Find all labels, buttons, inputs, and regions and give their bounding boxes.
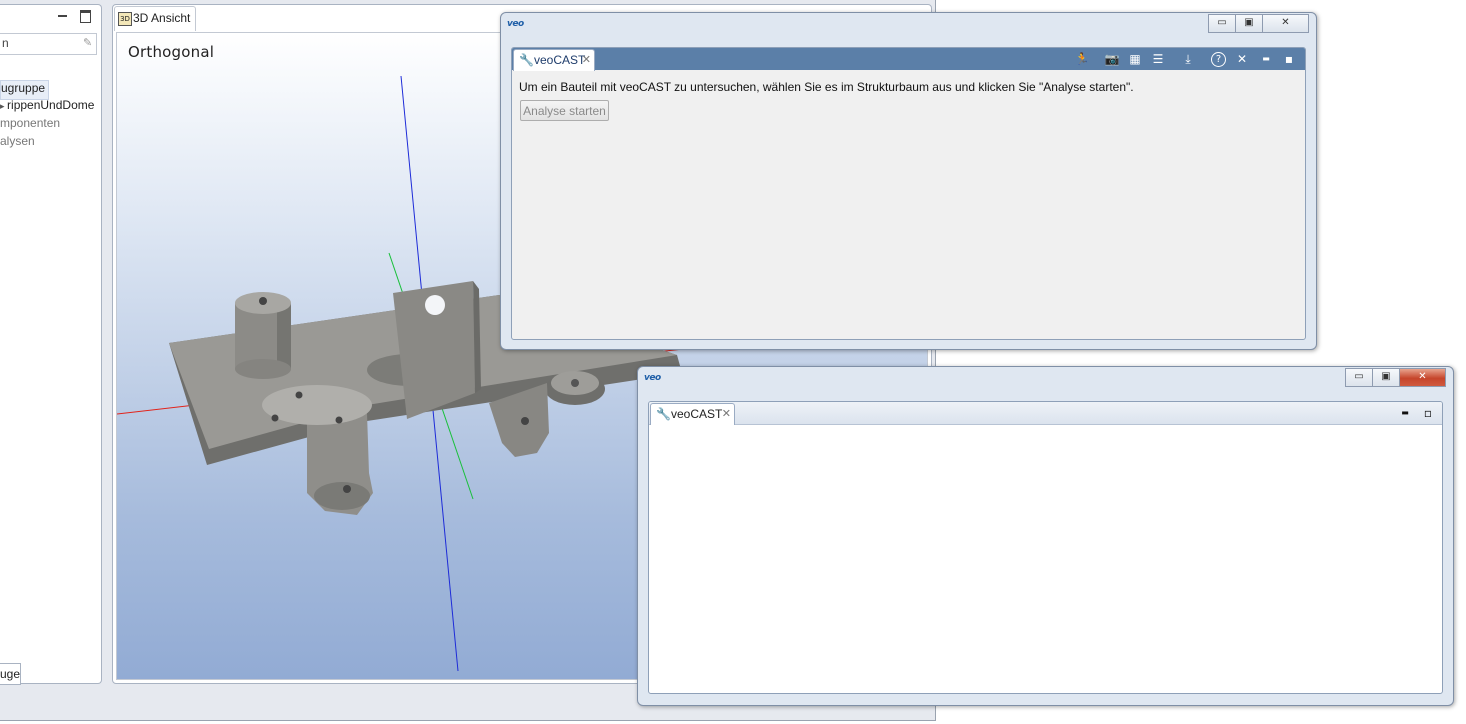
tab-label: veoCAST: [534, 53, 586, 67]
tab-label: uge: [0, 667, 21, 681]
tab-3d-view[interactable]: 3D 3D Ansicht: [114, 6, 196, 31]
panel-maximize-button[interactable]: [80, 10, 91, 23]
veocast-view: 🔧 veoCAST ✕ ▬ ▫: [648, 401, 1443, 694]
tab-tools[interactable]: uge: [0, 663, 21, 685]
web-hole: [425, 295, 445, 315]
tree-item-assembly[interactable]: ugruppe: [0, 80, 50, 100]
minimize-icon[interactable]: ▬: [1258, 51, 1274, 67]
close-icon[interactable]: ✕: [1234, 51, 1250, 67]
veo-logo: veo: [507, 19, 524, 29]
run-icon[interactable]: 🏃: [1074, 51, 1090, 67]
view-tab-bar: 🔧 veoCAST ✕ ▬ ▫: [649, 402, 1442, 425]
tab-label: 3D Ansicht: [133, 11, 191, 25]
report-icon[interactable]: ▦: [1127, 51, 1143, 67]
tree-filter-box: ✎: [0, 33, 97, 55]
maximize-icon[interactable]: ▫: [1420, 405, 1436, 421]
tree-item-analyses[interactable]: alysen: [0, 134, 35, 152]
help-icon[interactable]: ?: [1211, 52, 1226, 67]
veo-logo: veo: [644, 373, 661, 383]
wrench-icon: 🔧: [656, 407, 671, 421]
veocast-window-1: veo ▭ ▣ ✕ 🔧 veoCAST ✕ 🏃 📷 ▦ ☰ ⤓ ? ✕ ▬ ▪ …: [500, 12, 1317, 350]
tab-veocast[interactable]: 🔧 veoCAST ✕: [513, 49, 595, 71]
start-analysis-button[interactable]: Analyse starten: [520, 100, 609, 121]
minimize-icon[interactable]: ▬: [1397, 405, 1413, 421]
wrench-icon: 🔧: [519, 53, 534, 67]
maximize-icon[interactable]: ▪: [1281, 51, 1297, 67]
tree-item-label: rippenUndDome: [7, 98, 95, 112]
structure-tree-panel: ✎ ugruppe ▸ rippenUndDome mponenten alys…: [0, 4, 102, 685]
tree-item-components[interactable]: mponenten: [0, 116, 60, 134]
camera-icon[interactable]: 📷: [1104, 51, 1120, 67]
tree-item-label: mponenten: [0, 116, 61, 130]
tree-item-label: alysen: [0, 134, 35, 148]
tree-filter-input[interactable]: [0, 34, 82, 52]
window-close-button[interactable]: ✕: [1262, 14, 1309, 33]
instruction-text: Um ein Bauteil mit veoCAST zu untersuche…: [519, 80, 1134, 94]
expand-arrow-icon[interactable]: ▸: [0, 101, 7, 111]
veocast-view: 🔧 veoCAST ✕ 🏃 📷 ▦ ☰ ⤓ ? ✕ ▬ ▪ Um ein Bau…: [511, 47, 1306, 340]
window-minimize-button[interactable]: ▭: [1208, 14, 1236, 33]
panel-minimize-button[interactable]: [58, 10, 67, 17]
tab-label: veoCAST: [671, 407, 723, 421]
tab-close-icon[interactable]: ✕: [582, 53, 591, 66]
document-icon[interactable]: ☰: [1150, 51, 1166, 67]
window-maximize-button[interactable]: ▣: [1372, 368, 1400, 387]
window-close-button[interactable]: ✕: [1399, 368, 1446, 387]
tree-item-ribs[interactable]: ▸ rippenUndDome: [0, 98, 94, 116]
window-minimize-button[interactable]: ▭: [1345, 368, 1373, 387]
tab-close-icon[interactable]: ✕: [722, 407, 731, 420]
cube-icon: 3D: [118, 12, 132, 26]
export-icon[interactable]: ⤓: [1180, 51, 1196, 67]
eraser-icon[interactable]: ✎: [83, 36, 92, 49]
tab-veocast[interactable]: 🔧 veoCAST ✕: [650, 403, 735, 425]
window-maximize-button[interactable]: ▣: [1235, 14, 1263, 33]
hub-ring: [262, 385, 372, 425]
view-tab-bar: 🔧 veoCAST ✕ 🏃 📷 ▦ ☰ ⤓ ? ✕ ▬ ▪: [512, 48, 1305, 71]
veocast-window-2: veo ▭ ▣ ✕ 🔧 veoCAST ✕ ▬ ▫: [637, 366, 1454, 706]
tree-item-label: ugruppe: [1, 81, 46, 95]
